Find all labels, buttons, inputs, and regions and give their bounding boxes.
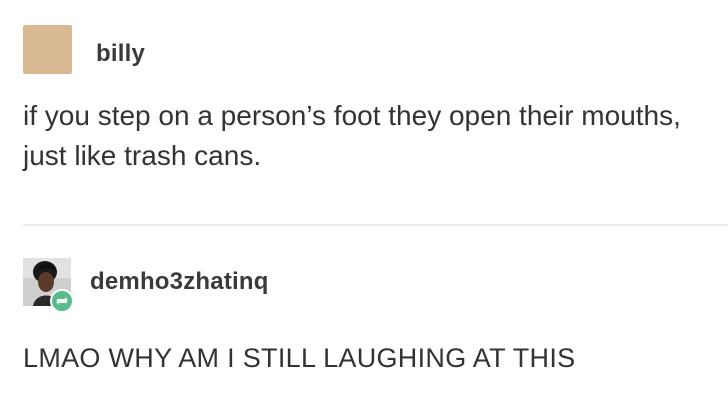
post-text: LMAO WHY AM I STILL LAUGHING AT THIS — [23, 343, 576, 373]
user-avatar[interactable] — [23, 25, 72, 74]
post-text: if you step on a person’s foot they open… — [23, 100, 681, 171]
reblog-icon — [50, 289, 74, 313]
post-username[interactable]: demho3zhatinq — [90, 268, 269, 296]
post-username[interactable]: billy — [96, 40, 145, 68]
reblog-arrows-icon — [56, 297, 68, 305]
post-divider — [23, 224, 728, 226]
